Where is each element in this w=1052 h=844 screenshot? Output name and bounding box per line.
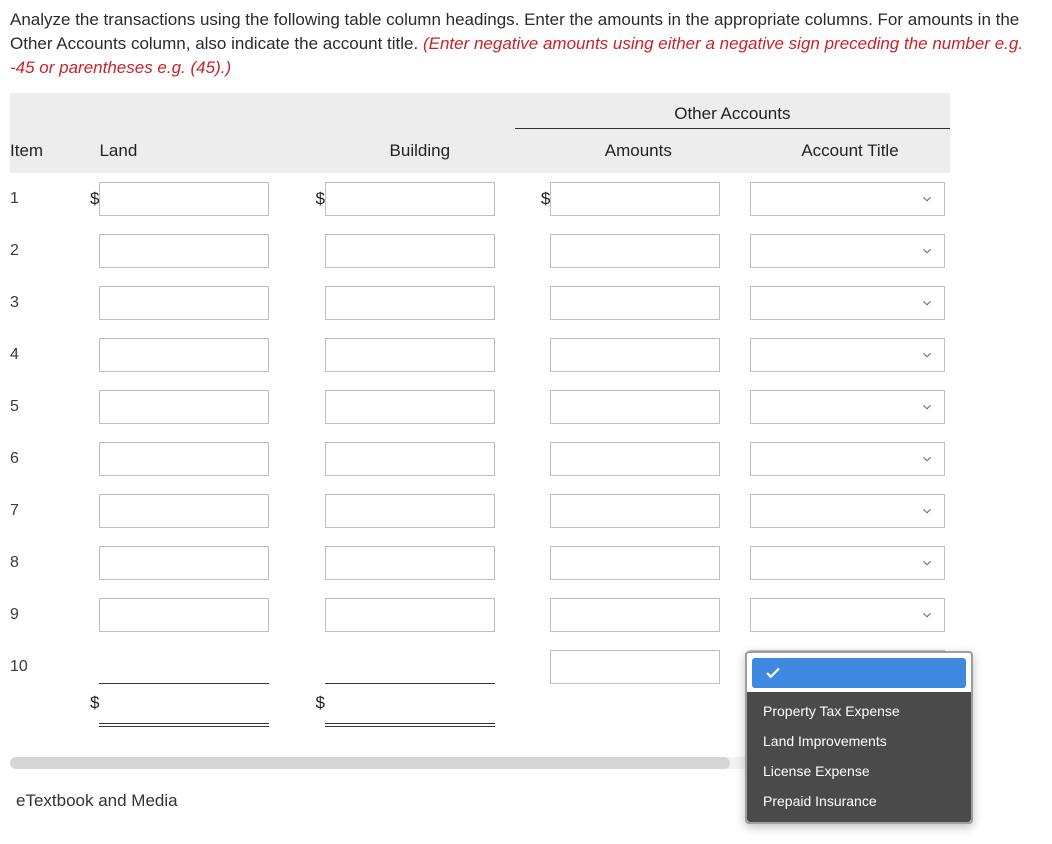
- check-icon: [764, 664, 782, 682]
- amount-input[interactable]: [550, 442, 720, 476]
- dropdown-option[interactable]: Prepaid Insurance: [747, 786, 971, 816]
- land-input[interactable]: [99, 598, 269, 632]
- land-input[interactable]: [99, 650, 269, 684]
- amount-input[interactable]: [550, 650, 720, 684]
- header-row-columns: Item Land Building Amounts Account Title: [10, 129, 950, 173]
- chevron-down-icon: [920, 556, 934, 570]
- item-number: 6: [10, 433, 70, 485]
- table-row: 7: [10, 485, 950, 537]
- dollar-sign: $: [289, 693, 325, 739]
- item-number: 4: [10, 329, 70, 381]
- chevron-down-icon: [920, 192, 934, 206]
- account-title-select[interactable]: [750, 234, 945, 268]
- dropdown-option[interactable]: License Expense: [747, 756, 971, 786]
- building-input[interactable]: [325, 182, 495, 216]
- table-row: 5: [10, 381, 950, 433]
- account-title-select[interactable]: [750, 442, 945, 476]
- header-amounts: Amounts: [550, 129, 726, 173]
- building-input[interactable]: [325, 650, 495, 684]
- building-input[interactable]: [325, 234, 495, 268]
- chevron-down-icon: [920, 348, 934, 362]
- amount-input[interactable]: [550, 286, 720, 320]
- header-item: Item: [10, 129, 70, 173]
- chevron-down-icon: [920, 608, 934, 622]
- item-number: 5: [10, 381, 70, 433]
- header-building: Building: [325, 129, 515, 173]
- table-row: 8: [10, 537, 950, 589]
- item-number: 3: [10, 277, 70, 329]
- dollar-sign: $: [289, 173, 325, 225]
- amount-input[interactable]: [550, 390, 720, 424]
- dollar-sign: $: [70, 693, 100, 739]
- table-row: 4: [10, 329, 950, 381]
- land-input[interactable]: [99, 234, 269, 268]
- chevron-down-icon: [920, 244, 934, 258]
- land-input[interactable]: [99, 390, 269, 424]
- building-input[interactable]: [325, 546, 495, 580]
- land-input[interactable]: [99, 338, 269, 372]
- account-title-select[interactable]: [750, 286, 945, 320]
- chevron-down-icon: [920, 400, 934, 414]
- dollar-sign: $: [515, 173, 551, 225]
- building-input[interactable]: [325, 338, 495, 372]
- account-title-select[interactable]: [750, 546, 945, 580]
- land-total-input[interactable]: [99, 693, 269, 727]
- header-land: Land: [99, 129, 289, 173]
- dropdown-selected-blank[interactable]: [752, 658, 966, 688]
- building-total-input[interactable]: [325, 693, 495, 727]
- chevron-down-icon: [920, 452, 934, 466]
- dollar-sign: $: [70, 173, 100, 225]
- building-input[interactable]: [325, 442, 495, 476]
- amount-input[interactable]: [550, 182, 720, 216]
- chevron-down-icon: [920, 296, 934, 310]
- land-input[interactable]: [99, 286, 269, 320]
- item-number: 10: [10, 641, 70, 693]
- item-number: 9: [10, 589, 70, 641]
- header-account-title: Account Title: [750, 129, 950, 173]
- other-accounts-group-label: Other Accounts: [515, 104, 950, 128]
- item-number: 2: [10, 225, 70, 277]
- land-input[interactable]: [99, 442, 269, 476]
- amount-input[interactable]: [550, 494, 720, 528]
- account-title-select[interactable]: [750, 598, 945, 632]
- table-row: 9: [10, 589, 950, 641]
- scrollbar-thumb[interactable]: [10, 757, 730, 769]
- building-input[interactable]: [325, 390, 495, 424]
- table-row: 2: [10, 225, 950, 277]
- table-row: 3: [10, 277, 950, 329]
- account-title-select[interactable]: [750, 182, 945, 216]
- amount-input[interactable]: [550, 546, 720, 580]
- header-row-group: Other Accounts: [10, 93, 950, 129]
- table-row: 6: [10, 433, 950, 485]
- account-title-dropdown[interactable]: Property Tax Expense Land Improvements L…: [745, 651, 973, 824]
- dropdown-options-list: Property Tax Expense Land Improvements L…: [747, 692, 971, 822]
- chevron-down-icon: [920, 504, 934, 518]
- account-title-select[interactable]: [750, 390, 945, 424]
- amount-input[interactable]: [550, 338, 720, 372]
- building-input[interactable]: [325, 286, 495, 320]
- building-input[interactable]: [325, 494, 495, 528]
- amount-input[interactable]: [550, 598, 720, 632]
- account-title-select[interactable]: [750, 338, 945, 372]
- transactions-table: Other Accounts Item Land Building Amount…: [10, 93, 950, 739]
- item-number: 1: [10, 173, 70, 225]
- land-input[interactable]: [99, 494, 269, 528]
- amount-input[interactable]: [550, 234, 720, 268]
- dropdown-option[interactable]: Property Tax Expense: [747, 696, 971, 726]
- dropdown-option[interactable]: Land Improvements: [747, 726, 971, 756]
- land-input[interactable]: [99, 182, 269, 216]
- building-input[interactable]: [325, 598, 495, 632]
- item-number: 7: [10, 485, 70, 537]
- item-number: 8: [10, 537, 70, 589]
- instructions-text: Analyze the transactions using the follo…: [10, 8, 1042, 79]
- land-input[interactable]: [99, 546, 269, 580]
- account-title-select[interactable]: [750, 494, 945, 528]
- table-row: 1 $ $ $: [10, 173, 950, 225]
